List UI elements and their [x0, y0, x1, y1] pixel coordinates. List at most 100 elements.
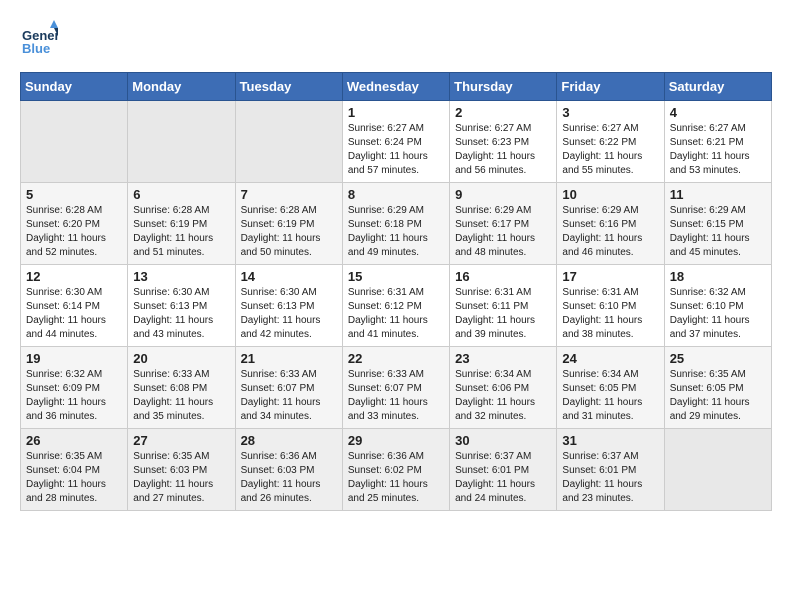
day-info: Sunrise: 6:31 AM Sunset: 6:12 PM Dayligh…	[348, 286, 444, 342]
calendar-cell: 2 Sunrise: 6:27 AM Sunset: 6:23 PM Daylig…	[450, 101, 557, 183]
day-number: 30	[455, 433, 551, 448]
day-number: 10	[562, 187, 658, 202]
calendar-cell: 18Sunrise: 6:32 AM Sunset: 6:10 PM Dayli…	[664, 265, 771, 347]
calendar-cell: 30 Sunrise: 6:37 AM Sunset: 6:01 PM Dayli…	[450, 429, 557, 511]
day-info: Sunrise: 6:34 AM Sunset: 6:05 PM Dayligh…	[562, 368, 658, 424]
day-info: Sunrise: 6:27 AM Sunset: 6:24 PM Dayligh…	[348, 122, 444, 178]
calendar-cell	[235, 101, 342, 183]
day-info: Sunrise: 6:33 AM Sunset: 6:07 PM Dayligh…	[241, 368, 337, 424]
day-number: 13	[133, 269, 229, 284]
day-info: Sunrise: 6:37 AM Sunset: 6:01 PM Dayligh…	[562, 450, 658, 506]
day-info: Sunrise: 6:30 AM Sunset: 6:13 PM Dayligh…	[241, 286, 337, 342]
day-info: Sunrise: 6:29 AM Sunset: 6:18 PM Dayligh…	[348, 204, 444, 260]
day-number: 7	[241, 187, 337, 202]
day-number: 21	[241, 351, 337, 366]
day-number: 25	[670, 351, 766, 366]
day-number: 31	[562, 433, 658, 448]
day-number: 2	[455, 105, 551, 120]
calendar-cell: 4Sunrise: 6:27 AM Sunset: 6:21 PM Daylig…	[664, 101, 771, 183]
calendar-cell: 9 Sunrise: 6:29 AM Sunset: 6:17 PM Daylig…	[450, 183, 557, 265]
day-number: 29	[348, 433, 444, 448]
calendar-cell: 11 Sunrise: 6:29 AM Sunset: 6:15 PM Dayli…	[664, 183, 771, 265]
calendar-cell: 8 Sunrise: 6:29 AM Sunset: 6:18 PM Daylig…	[342, 183, 449, 265]
weekday-header-monday: Monday	[128, 73, 235, 101]
day-info: Sunrise: 6:28 AM Sunset: 6:19 PM Dayligh…	[133, 204, 229, 260]
day-number: 1	[348, 105, 444, 120]
calendar-cell: 19 Sunrise: 6:32 AM Sunset: 6:09 PM Dayli…	[21, 347, 128, 429]
logo-icon: General Blue	[20, 20, 56, 56]
day-info: Sunrise: 6:30 AM Sunset: 6:14 PM Dayligh…	[26, 286, 122, 342]
calendar-cell	[21, 101, 128, 183]
calendar-cell: 1 Sunrise: 6:27 AM Sunset: 6:24 PM Daylig…	[342, 101, 449, 183]
calendar-cell: 6 Sunrise: 6:28 AM Sunset: 6:19 PM Daylig…	[128, 183, 235, 265]
day-number: 24	[562, 351, 658, 366]
logo: General Blue	[20, 20, 60, 56]
calendar-cell: 5Sunrise: 6:28 AM Sunset: 6:20 PM Daylig…	[21, 183, 128, 265]
day-number: 8	[348, 187, 444, 202]
day-number: 14	[241, 269, 337, 284]
day-info: Sunrise: 6:33 AM Sunset: 6:08 PM Dayligh…	[133, 368, 229, 424]
weekday-header-sunday: Sunday	[21, 73, 128, 101]
calendar-week-5: 26 Sunrise: 6:35 AM Sunset: 6:04 PM Dayli…	[21, 429, 772, 511]
day-number: 23	[455, 351, 551, 366]
day-number: 3	[562, 105, 658, 120]
calendar-cell: 16 Sunrise: 6:31 AM Sunset: 6:11 PM Dayli…	[450, 265, 557, 347]
day-number: 4	[670, 105, 766, 120]
day-info: Sunrise: 6:30 AM Sunset: 6:13 PM Dayligh…	[133, 286, 229, 342]
calendar-week-1: 1 Sunrise: 6:27 AM Sunset: 6:24 PM Daylig…	[21, 101, 772, 183]
day-number: 28	[241, 433, 337, 448]
weekday-header-row: SundayMondayTuesdayWednesdayThursdayFrid…	[21, 73, 772, 101]
calendar-cell: 28 Sunrise: 6:36 AM Sunset: 6:03 PM Dayli…	[235, 429, 342, 511]
day-number: 6	[133, 187, 229, 202]
day-number: 9	[455, 187, 551, 202]
day-info: Sunrise: 6:32 AM Sunset: 6:09 PM Dayligh…	[26, 368, 122, 424]
calendar-cell: 29Sunrise: 6:36 AM Sunset: 6:02 PM Dayli…	[342, 429, 449, 511]
day-info: Sunrise: 6:36 AM Sunset: 6:03 PM Dayligh…	[241, 450, 337, 506]
day-number: 11	[670, 187, 766, 202]
day-info: Sunrise: 6:34 AM Sunset: 6:06 PM Dayligh…	[455, 368, 551, 424]
day-info: Sunrise: 6:27 AM Sunset: 6:22 PM Dayligh…	[562, 122, 658, 178]
day-number: 18	[670, 269, 766, 284]
calendar-cell: 10Sunrise: 6:29 AM Sunset: 6:16 PM Dayli…	[557, 183, 664, 265]
day-info: Sunrise: 6:37 AM Sunset: 6:01 PM Dayligh…	[455, 450, 551, 506]
day-number: 17	[562, 269, 658, 284]
day-number: 26	[26, 433, 122, 448]
calendar-cell: 24 Sunrise: 6:34 AM Sunset: 6:05 PM Dayli…	[557, 347, 664, 429]
calendar-cell: 3 Sunrise: 6:27 AM Sunset: 6:22 PM Daylig…	[557, 101, 664, 183]
calendar-cell: 31 Sunrise: 6:37 AM Sunset: 6:01 PM Dayli…	[557, 429, 664, 511]
day-number: 22	[348, 351, 444, 366]
calendar-cell: 14 Sunrise: 6:30 AM Sunset: 6:13 PM Dayli…	[235, 265, 342, 347]
day-info: Sunrise: 6:31 AM Sunset: 6:11 PM Dayligh…	[455, 286, 551, 342]
day-number: 19	[26, 351, 122, 366]
weekday-header-thursday: Thursday	[450, 73, 557, 101]
weekday-header-tuesday: Tuesday	[235, 73, 342, 101]
day-info: Sunrise: 6:27 AM Sunset: 6:23 PM Dayligh…	[455, 122, 551, 178]
calendar-cell: 12 Sunrise: 6:30 AM Sunset: 6:14 PM Dayli…	[21, 265, 128, 347]
day-number: 12	[26, 269, 122, 284]
calendar-cell: 17Sunrise: 6:31 AM Sunset: 6:10 PM Dayli…	[557, 265, 664, 347]
calendar-cell: 27 Sunrise: 6:35 AM Sunset: 6:03 PM Dayli…	[128, 429, 235, 511]
day-number: 20	[133, 351, 229, 366]
day-info: Sunrise: 6:35 AM Sunset: 6:03 PM Dayligh…	[133, 450, 229, 506]
calendar-cell: 15 Sunrise: 6:31 AM Sunset: 6:12 PM Dayli…	[342, 265, 449, 347]
calendar-week-4: 19 Sunrise: 6:32 AM Sunset: 6:09 PM Dayli…	[21, 347, 772, 429]
weekday-header-friday: Friday	[557, 73, 664, 101]
day-number: 5	[26, 187, 122, 202]
day-number: 16	[455, 269, 551, 284]
calendar-week-3: 12 Sunrise: 6:30 AM Sunset: 6:14 PM Dayli…	[21, 265, 772, 347]
calendar-table: SundayMondayTuesdayWednesdayThursdayFrid…	[20, 72, 772, 511]
day-info: Sunrise: 6:29 AM Sunset: 6:17 PM Dayligh…	[455, 204, 551, 260]
day-info: Sunrise: 6:28 AM Sunset: 6:19 PM Dayligh…	[241, 204, 337, 260]
day-info: Sunrise: 6:29 AM Sunset: 6:15 PM Dayligh…	[670, 204, 766, 260]
day-number: 27	[133, 433, 229, 448]
weekday-header-wednesday: Wednesday	[342, 73, 449, 101]
day-number: 15	[348, 269, 444, 284]
calendar-cell	[664, 429, 771, 511]
day-info: Sunrise: 6:35 AM Sunset: 6:05 PM Dayligh…	[670, 368, 766, 424]
calendar-cell	[128, 101, 235, 183]
calendar-cell: 26 Sunrise: 6:35 AM Sunset: 6:04 PM Dayli…	[21, 429, 128, 511]
page-header: General Blue	[20, 20, 772, 56]
svg-text:Blue: Blue	[22, 41, 50, 56]
day-info: Sunrise: 6:35 AM Sunset: 6:04 PM Dayligh…	[26, 450, 122, 506]
calendar-cell: 23 Sunrise: 6:34 AM Sunset: 6:06 PM Dayli…	[450, 347, 557, 429]
